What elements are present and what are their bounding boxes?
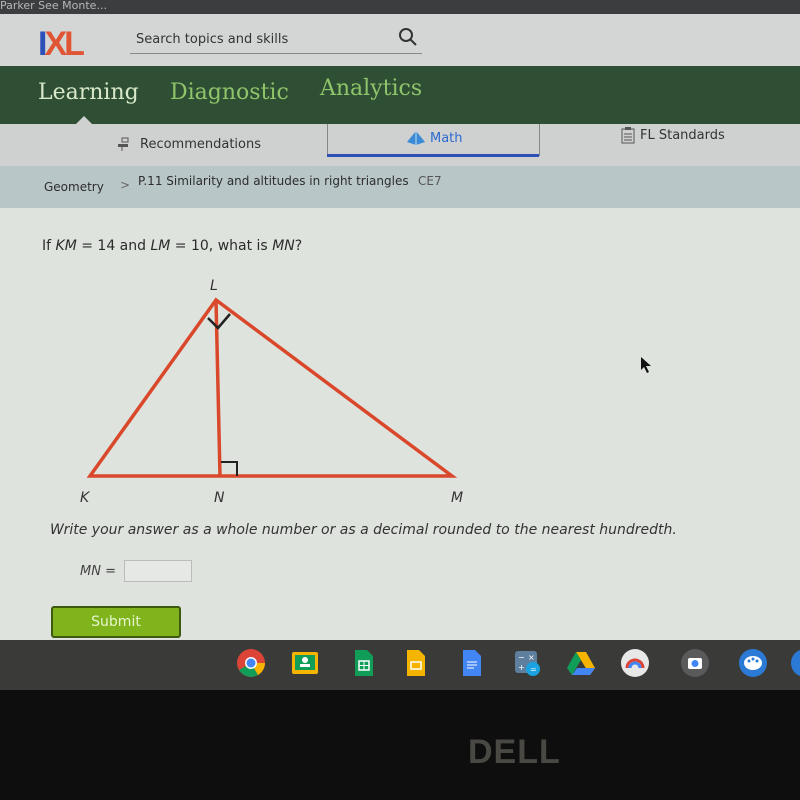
right-angle-mark-l xyxy=(207,313,231,330)
dell-logo: DELL xyxy=(468,733,561,771)
q-eq1: = 14 and xyxy=(76,238,151,254)
right-angle-mark-n xyxy=(221,461,238,476)
q-eq2: = 10, what is xyxy=(170,238,273,254)
tab-recommendations[interactable]: Recommendations xyxy=(116,136,261,152)
search-placeholder: Search topics and skills xyxy=(136,32,289,47)
docs-icon[interactable] xyxy=(456,648,486,678)
mouse-cursor-icon xyxy=(641,357,651,373)
tab-math[interactable]: Math xyxy=(406,130,463,146)
breadcrumb-subject[interactable]: Geometry xyxy=(44,180,104,194)
answer-label: MN = xyxy=(80,563,116,579)
active-nav-caret xyxy=(76,116,92,124)
triangle-klm xyxy=(86,297,458,478)
breadcrumb-chevron-icon: > xyxy=(120,178,131,192)
chrome-icon[interactable] xyxy=(236,648,266,678)
answer-input[interactable] xyxy=(123,560,192,582)
tab-math-label: Math xyxy=(430,130,463,146)
question-area: If KM = 14 and LM = 10, what is MN? L K … xyxy=(0,208,800,640)
divider xyxy=(327,124,328,156)
drive-icon[interactable] xyxy=(566,648,596,678)
answer-row: MN = xyxy=(80,560,192,582)
search-icon[interactable] xyxy=(398,27,418,47)
instruction-text: Write your answer as a whole number or a… xyxy=(50,522,677,538)
slides-icon[interactable] xyxy=(400,648,430,678)
submit-button[interactable]: Submit xyxy=(51,606,181,638)
app-partial-icon[interactable] xyxy=(790,648,800,678)
clipboard-icon xyxy=(621,127,635,144)
classroom-icon[interactable] xyxy=(290,648,320,678)
q-suffix: ? xyxy=(294,238,303,254)
nav-diagnostic[interactable]: Diagnostic xyxy=(170,80,289,105)
breadcrumb: Geometry > P.11 Similarity and altitudes… xyxy=(0,166,800,208)
recommendations-icon xyxy=(118,137,129,151)
main-nav: Learning Diagnostic Analytics xyxy=(0,66,800,124)
label-m: M xyxy=(451,490,463,506)
breadcrumb-skill: P.11 Similarity and altitudes in right t… xyxy=(138,174,409,188)
search-input[interactable]: Search topics and skills xyxy=(130,24,422,54)
q-var-km: KM xyxy=(55,238,77,254)
q-var-lm: LM xyxy=(150,238,171,254)
tab-fl-standards[interactable]: FL Standards xyxy=(620,126,725,144)
ixl-logo[interactable]: IXL xyxy=(38,25,85,63)
svg-text:=: = xyxy=(530,665,537,674)
label-n: N xyxy=(214,490,225,506)
svg-text:+: + xyxy=(518,663,525,672)
question-text: If KM = 14 and LM = 10, what is MN? xyxy=(42,238,302,254)
triangle-diagram: L K N M xyxy=(80,278,463,506)
sub-nav: Recommendations Math FL Standards xyxy=(0,124,800,166)
os-shelf: − × + = xyxy=(0,640,800,690)
label-k: K xyxy=(80,490,91,506)
pyramid-icon xyxy=(407,131,425,145)
sheets-icon[interactable] xyxy=(348,648,378,678)
divider xyxy=(539,124,540,156)
calculator-icon[interactable]: − ×+ = xyxy=(512,648,542,678)
nav-learning[interactable]: Learning xyxy=(38,80,139,105)
q-var-mn: MN xyxy=(272,238,295,254)
nav-analytics[interactable]: Analytics xyxy=(320,76,422,101)
svg-text:−: − xyxy=(518,653,525,662)
chrome-web-store-icon[interactable] xyxy=(620,648,650,678)
tab-recommendations-label: Recommendations xyxy=(140,136,262,152)
laptop-bezel xyxy=(0,690,800,800)
canvas-icon[interactable] xyxy=(738,648,768,678)
camera-icon[interactable] xyxy=(680,648,710,678)
skill-code: CE7 xyxy=(418,174,442,188)
q-prefix: If xyxy=(42,238,56,254)
logo-xl: XL xyxy=(44,25,84,63)
label-l: L xyxy=(210,278,218,294)
header: IXL Search topics and skills xyxy=(0,14,800,66)
active-tab-indicator xyxy=(327,154,539,157)
svg-text:×: × xyxy=(528,653,535,662)
tab-fl-standards-label: FL Standards xyxy=(640,127,725,143)
